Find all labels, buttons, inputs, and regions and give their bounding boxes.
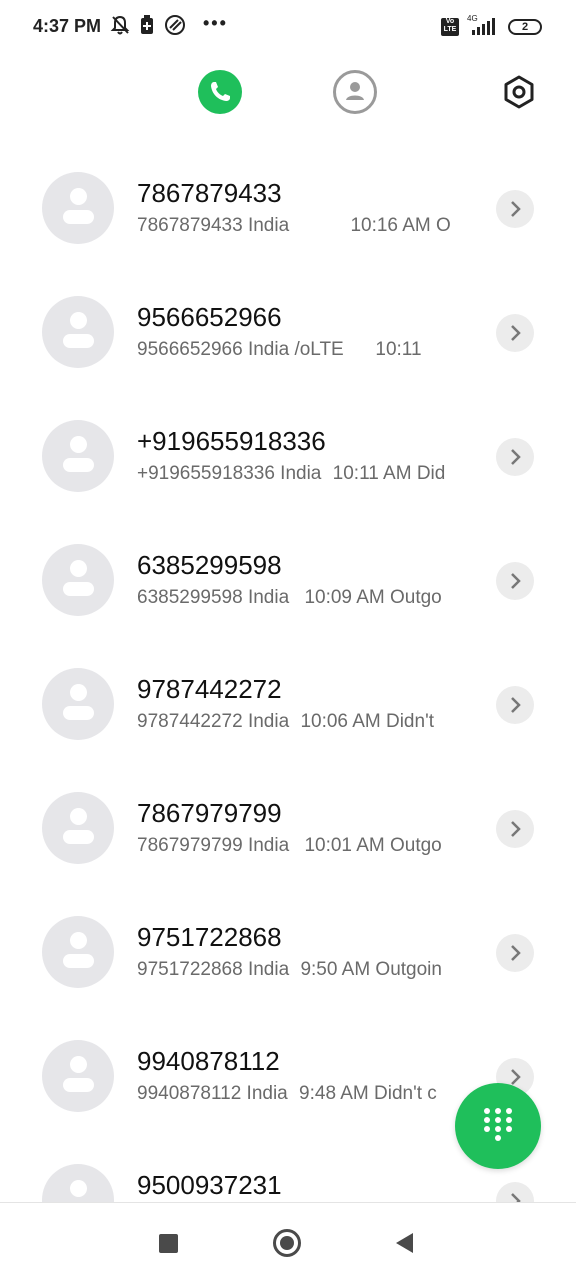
muted-bell-icon	[110, 15, 130, 35]
avatar-placeholder-icon[interactable]	[42, 544, 114, 616]
status-time: 4:37 PM	[33, 16, 102, 36]
call-details: 9751722868 India 9:50 AM Outgoin	[137, 959, 469, 981]
call-log-row[interactable]: 9787442272 9787442272 India 10:06 AM Did…	[0, 642, 576, 766]
phone-tab[interactable]	[198, 70, 242, 114]
call-log-row[interactable]: 7867979799 7867979799 India 10:01 AM Out…	[0, 766, 576, 890]
call-log-row[interactable]: 7867879433 7867879433 India 10:16 AM O	[0, 146, 576, 270]
avatar-placeholder-icon[interactable]	[42, 172, 114, 244]
home-button[interactable]	[273, 1229, 301, 1257]
chevron-right-icon	[511, 449, 521, 465]
chevron-right-icon	[511, 945, 521, 961]
call-details-button[interactable]	[496, 562, 534, 600]
battery-icon: 2	[508, 19, 542, 35]
call-details-button[interactable]	[496, 190, 534, 228]
call-log-list: 7867879433 7867879433 India 10:16 AM O 9…	[0, 146, 576, 1202]
chevron-right-icon	[511, 1193, 521, 1202]
call-details-button[interactable]	[496, 810, 534, 848]
dialpad-button[interactable]	[455, 1083, 541, 1169]
call-time-status: 10:11 AM Did	[332, 463, 446, 484]
call-time-status: 10:06 AM Didn't	[300, 711, 434, 732]
call-number: 9940878112	[137, 1046, 280, 1076]
call-log-row[interactable]: 9751722868 9751722868 India 9:50 AM Outg…	[0, 890, 576, 1014]
call-location: 9566652966 India	[137, 339, 290, 360]
call-number: 7867879433	[137, 178, 282, 208]
chevron-right-icon	[511, 697, 521, 713]
avatar-placeholder-icon[interactable]	[42, 420, 114, 492]
avatar-placeholder-icon[interactable]	[42, 1164, 114, 1202]
call-time-status: 10:16 AM O	[350, 215, 451, 236]
chevron-right-icon	[511, 573, 521, 589]
top-nav	[0, 62, 576, 122]
call-details: 9787442272 India 10:06 AM Didn't	[137, 711, 469, 733]
call-location: 9940878112 India	[137, 1083, 288, 1104]
chevron-right-icon	[511, 821, 521, 837]
chevron-right-icon	[511, 325, 521, 341]
call-number: 9500937231	[137, 1170, 282, 1200]
call-log-row[interactable]: +919655918336 +919655918336 India 10:11 …	[0, 394, 576, 518]
phone-icon	[211, 82, 230, 101]
call-location: 6385299598 India	[137, 587, 290, 608]
call-log-row[interactable]: 6385299598 6385299598 India 10:09 AM Out…	[0, 518, 576, 642]
avatar-placeholder-icon[interactable]	[42, 792, 114, 864]
system-nav-bar	[0, 1202, 576, 1281]
call-location: 9751722868 India	[137, 959, 290, 980]
call-time-status: /oLTE 10:11	[294, 339, 422, 360]
battery-saver-icon	[141, 15, 153, 34]
call-details: 7867979799 India 10:01 AM Outgo	[137, 835, 469, 857]
call-details-button[interactable]	[496, 686, 534, 724]
call-time-status: 10:01 AM Outgo	[304, 835, 442, 856]
contact-icon	[346, 82, 364, 100]
chevron-right-icon	[511, 201, 521, 217]
avatar-placeholder-icon[interactable]	[42, 296, 114, 368]
settings-hexagon-icon	[504, 75, 534, 109]
avatar-placeholder-icon[interactable]	[42, 668, 114, 740]
data-saver-icon	[165, 15, 185, 35]
call-time-status: 9:48 AM Didn't c	[299, 1083, 437, 1104]
avatar-placeholder-icon[interactable]	[42, 916, 114, 988]
call-number: 6385299598	[137, 550, 282, 580]
call-details: 9940878112 India 9:48 AM Didn't c	[137, 1083, 469, 1105]
call-location: 7867879433 India	[137, 215, 290, 236]
status-bar: 4:37 PM ••• Vo LTE 4G 2	[0, 0, 576, 56]
call-time-status: 10:09 AM Outgo	[304, 587, 442, 608]
back-button[interactable]	[396, 1233, 413, 1253]
overflow-dots: •••	[203, 13, 228, 33]
call-location: 7867979799 India	[137, 835, 290, 856]
contacts-tab[interactable]	[333, 70, 377, 114]
call-details-button[interactable]	[496, 438, 534, 476]
settings-button[interactable]	[497, 70, 541, 114]
avatar-placeholder-icon[interactable]	[42, 1040, 114, 1112]
call-number: 9751722868	[137, 922, 282, 952]
dialpad-icon	[484, 1108, 512, 1141]
call-details: 7867879433 India 10:16 AM O	[137, 215, 469, 237]
call-details-button[interactable]	[496, 934, 534, 972]
call-details: +919655918336 India 10:11 AM Did	[137, 463, 469, 485]
call-time-status: 9:50 AM Outgoin	[300, 959, 442, 980]
call-number: +919655918336	[137, 426, 326, 456]
call-number: 9566652966	[137, 302, 282, 332]
call-details-button[interactable]	[496, 314, 534, 352]
call-location: 9787442272 India	[137, 711, 290, 732]
call-number: 7867979799	[137, 798, 282, 828]
call-details: 6385299598 India 10:09 AM Outgo	[137, 587, 469, 609]
volte-icon: Vo LTE	[441, 18, 459, 36]
call-number: 9787442272	[137, 674, 282, 704]
call-details: 9566652966 India /oLTE 10:11	[137, 339, 469, 361]
recents-button[interactable]	[159, 1234, 178, 1253]
call-details-button[interactable]	[496, 1182, 534, 1202]
signal-icon	[472, 18, 495, 35]
call-location: +919655918336 India	[137, 463, 322, 484]
call-log-row[interactable]: 9566652966 9566652966 India /oLTE 10:11	[0, 270, 576, 394]
